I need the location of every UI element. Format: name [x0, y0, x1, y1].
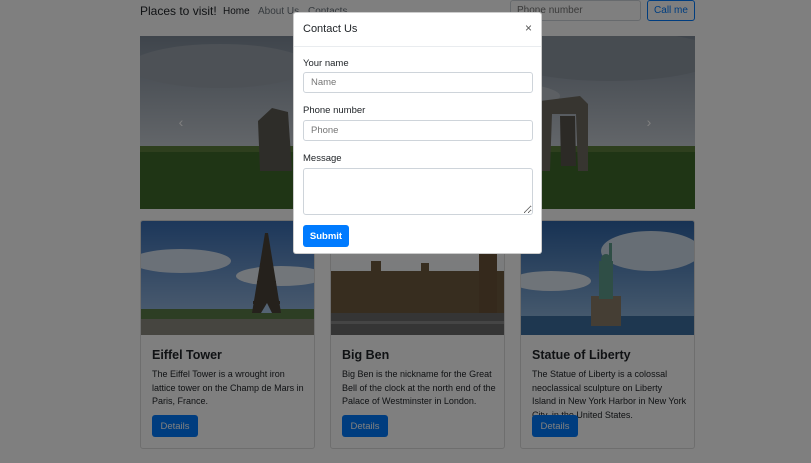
modal-title: Contact Us [303, 23, 358, 35]
message-textarea[interactable] [303, 168, 533, 215]
name-input[interactable] [303, 72, 533, 93]
contact-modal: Contact Us × Your name Phone number Mess… [293, 12, 542, 254]
modal-header: Contact Us × [294, 13, 541, 47]
submit-button[interactable]: Submit [303, 225, 349, 247]
phone-input[interactable] [303, 120, 533, 141]
close-icon[interactable]: × [525, 21, 532, 35]
message-label: Message [303, 153, 342, 164]
phone-number-label: Phone number [303, 105, 366, 116]
your-name-label: Your name [303, 58, 349, 69]
